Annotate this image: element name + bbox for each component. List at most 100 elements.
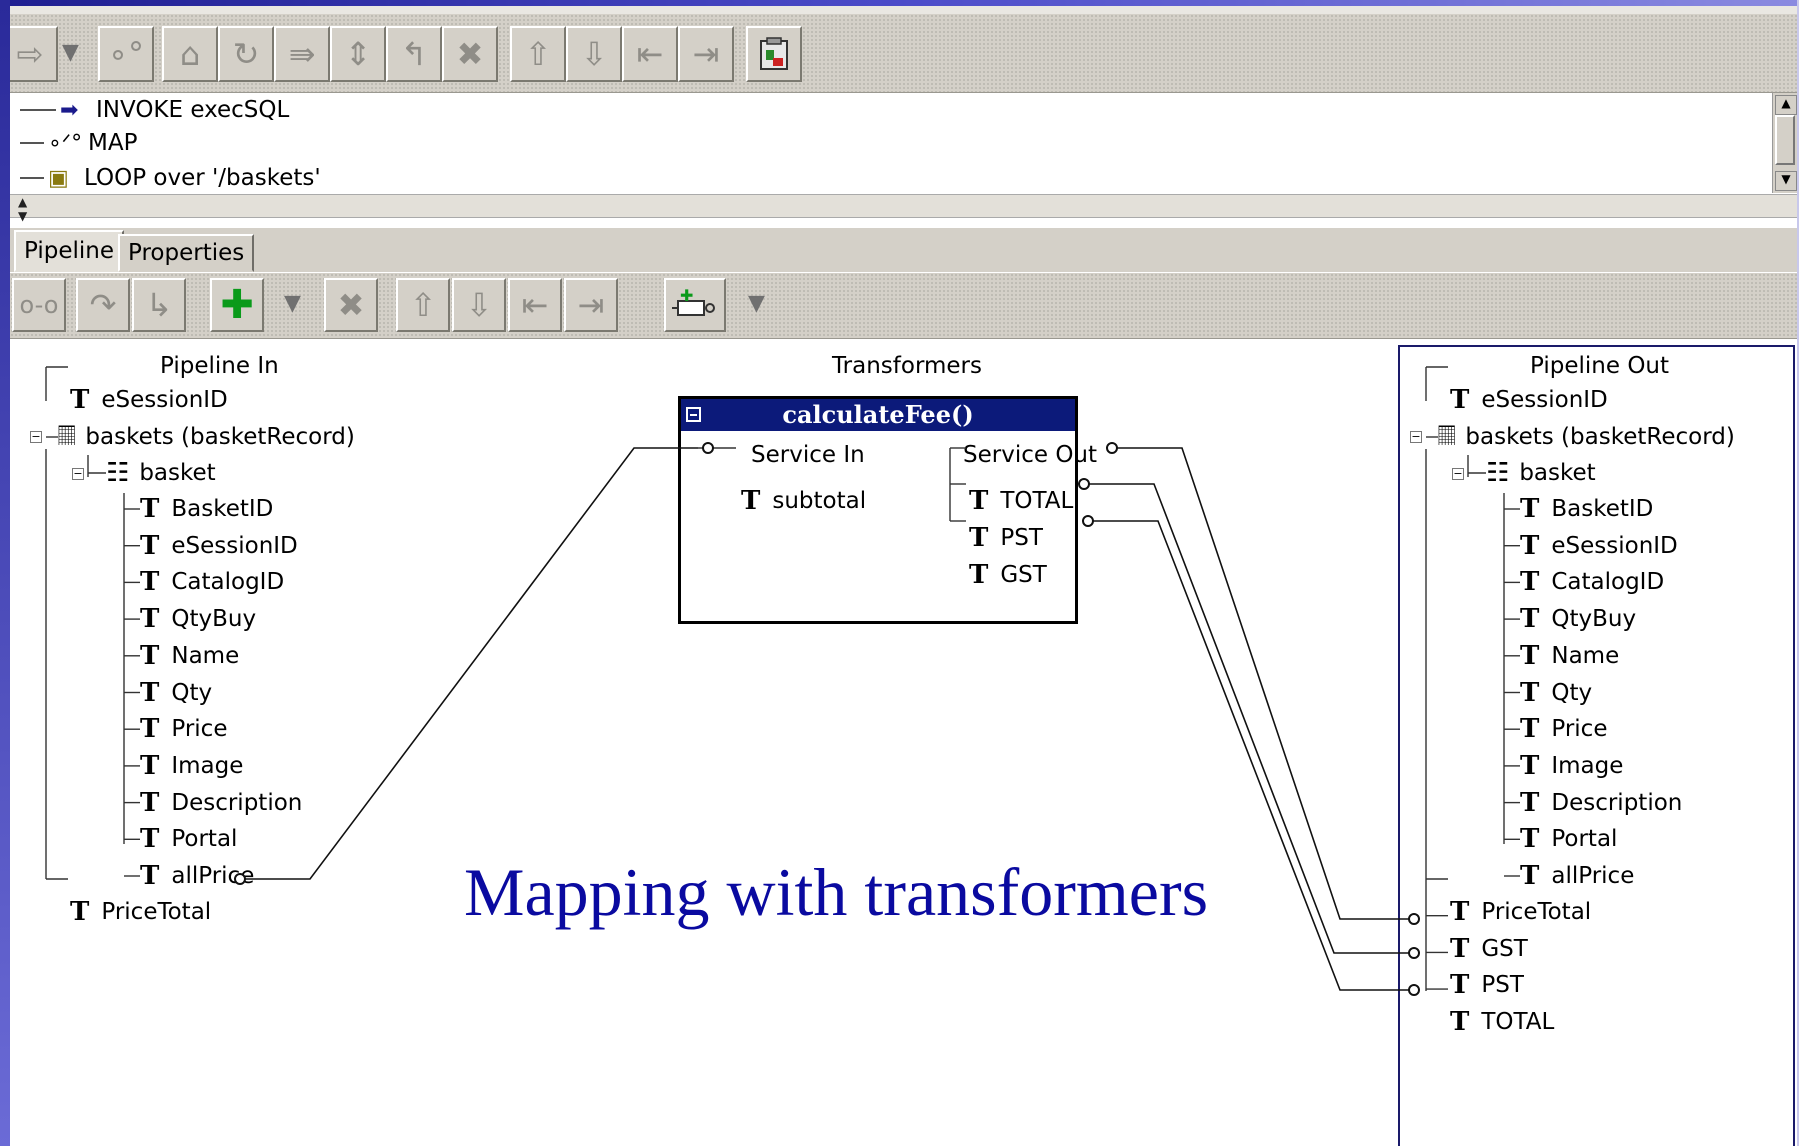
basket-field[interactable]: T CatalogID (140, 564, 284, 600)
flow-step-map[interactable]: ∘ᐟ° MAP (10, 126, 137, 160)
link-button[interactable]: o-o (12, 278, 66, 332)
pane-splitter[interactable]: ▲ ▼ (10, 194, 1797, 223)
basket-field[interactable]: T QtyBuy (140, 601, 256, 637)
unlink-button[interactable]: ↷ (76, 278, 130, 332)
expand-toggle[interactable]: − (30, 431, 42, 443)
sequence-step-button[interactable]: ⇛ (274, 26, 330, 82)
flow-tree-scrollbar[interactable]: ▲ ▼ (1772, 93, 1797, 193)
insert-variable-button[interactable]: ✚ (210, 278, 264, 332)
map-condition-button[interactable]: ↳ (132, 278, 186, 332)
pipeline-in-heading: Pipeline In (160, 353, 279, 379)
record-list-icon: 𝄜 (58, 421, 76, 452)
branch-icon: ⌂ (179, 35, 201, 73)
var-label: allPrice (1551, 863, 1635, 889)
map-step-button[interactable]: ∘° (98, 26, 154, 82)
pipeline-out-var[interactable]: T PriceTotal (1450, 894, 1591, 930)
string-type-icon: T (1520, 861, 1540, 891)
chevron-down-icon[interactable]: ▼ (284, 291, 301, 316)
move-down-button[interactable]: ⇩ (566, 26, 622, 82)
pipeline-canvas: Pipeline In Transformers Pipeline Out Te… (10, 339, 1797, 1146)
move-up-button[interactable]: ⇧ (510, 26, 566, 82)
var-label: Qty (171, 679, 213, 706)
scroll-down-icon[interactable]: ▼ (1775, 171, 1797, 191)
shift-left-button[interactable]: ⇤ (508, 278, 562, 332)
var-label: basket (139, 460, 216, 486)
basket-field[interactable]: T Price (1520, 711, 1607, 747)
var-label: subtotal (772, 488, 867, 514)
basket-field[interactable]: T Description (1520, 785, 1682, 821)
pipeline-out-var[interactable]: ☷ basket (1486, 455, 1596, 491)
string-type-icon: T (1520, 677, 1540, 708)
pipeline-in-var[interactable]: ☷ basket (106, 455, 216, 491)
expand-toggle[interactable]: − (1410, 431, 1422, 443)
service-out-var[interactable]: T PST (969, 520, 1043, 556)
basket-field[interactable]: T QtyBuy (1520, 601, 1636, 637)
transformer-calculatefee[interactable]: calculateFee() Service In Service Out Ts… (678, 396, 1097, 624)
basket-field[interactable]: TallPrice (1520, 858, 1634, 894)
insert-transformer-button[interactable]: ✚ (664, 278, 726, 332)
step-properties-button[interactable] (746, 26, 802, 82)
basket-field[interactable]: T Name (140, 638, 239, 674)
scroll-up-icon[interactable]: ▲ (1775, 95, 1797, 115)
basket-field[interactable]: TallPrice (140, 858, 254, 894)
var-label: Image (1551, 752, 1624, 779)
shift-left-button[interactable]: ⇤ (622, 26, 678, 82)
basket-field[interactable]: T Price (140, 711, 227, 747)
move-up-button[interactable]: ⇧ (396, 278, 450, 332)
basket-field[interactable]: T CatalogID (1520, 564, 1664, 600)
delete-step-button[interactable]: ✖ (442, 26, 498, 82)
branch-step-button[interactable]: ⌂ (162, 26, 218, 82)
basket-field[interactable]: T Name (1520, 638, 1619, 674)
basket-field[interactable]: T Qty (140, 675, 212, 711)
basket-field[interactable]: T BasketID (140, 491, 273, 527)
flow-step-loop[interactable]: ▣ LOOP over '/baskets' (10, 161, 321, 193)
transformer-title[interactable]: calculateFee() (681, 399, 1075, 431)
invoke-step-button[interactable]: ⇨ (10, 26, 58, 82)
basket-field[interactable]: T Portal (1520, 821, 1617, 857)
shift-right-button[interactable]: ⇥ (564, 278, 618, 332)
pipeline-out-var[interactable]: T TOTAL (1450, 1004, 1554, 1040)
scroll-thumb[interactable] (1775, 115, 1795, 165)
basket-field[interactable]: T Qty (1520, 675, 1592, 711)
pipeline-out-var[interactable]: T GST (1450, 931, 1528, 967)
pipeline-in-var[interactable]: T PriceTotal (70, 894, 211, 930)
service-out-var[interactable]: T GST (969, 557, 1047, 593)
basket-field[interactable]: TeSessionID (140, 528, 298, 564)
move-up-icon: ⇧ (524, 35, 552, 73)
delete-variable-button[interactable]: ✖ (324, 278, 378, 332)
basket-field[interactable]: T Description (140, 785, 302, 821)
tab-pipeline[interactable]: Pipeline (14, 230, 125, 272)
basket-field[interactable]: T Image (1520, 748, 1623, 784)
repeat-step-button[interactable]: ⇕ (330, 26, 386, 82)
string-type-icon: T (140, 861, 160, 891)
service-out-var[interactable]: T TOTAL (969, 483, 1073, 519)
pipeline-in-var[interactable]: TeSessionID (70, 382, 228, 418)
pipeline-in-var[interactable]: 𝄜 baskets (basketRecord) (58, 419, 355, 455)
var-label: PST (1000, 525, 1043, 551)
chevron-down-icon[interactable]: ▼ (62, 40, 79, 65)
flow-step-invoke[interactable]: ➡ INVOKE execSQL (10, 93, 289, 127)
exit-step-button[interactable]: ↰ (386, 26, 442, 82)
string-type-icon: T (1520, 714, 1540, 745)
string-type-icon: T (1520, 530, 1540, 561)
basket-field[interactable]: T Portal (140, 821, 237, 857)
pipeline-out-var[interactable]: TeSessionID (1450, 382, 1608, 418)
shift-left-icon: ⇤ (636, 35, 664, 73)
var-label: Portal (1551, 826, 1618, 853)
pipeline-out-var[interactable]: 𝄜 baskets (basketRecord) (1438, 419, 1735, 455)
shift-right-button[interactable]: ⇥ (678, 26, 734, 82)
collapse-icon[interactable] (686, 407, 701, 422)
loop-step-button[interactable]: ↻ (218, 26, 274, 82)
pipeline-toolbar: o-o ↷ ↳ ✚ ▼ ✖ ⇧ ⇩ ⇤ ⇥ ✚ ▼ (10, 273, 1797, 339)
pipeline-out-var[interactable]: T PST (1450, 967, 1524, 1003)
chevron-down-icon[interactable]: ▼ (748, 291, 765, 316)
expand-toggle[interactable]: − (72, 468, 84, 480)
tab-properties[interactable]: Properties (118, 234, 255, 272)
move-down-button[interactable]: ⇩ (452, 278, 506, 332)
basket-field[interactable]: T BasketID (1520, 491, 1653, 527)
service-out-heading: Service Out (963, 442, 1098, 468)
service-in-var[interactable]: Tsubtotal (741, 483, 866, 519)
expand-toggle[interactable]: − (1452, 468, 1464, 480)
basket-field[interactable]: T Image (140, 748, 243, 784)
basket-field[interactable]: TeSessionID (1520, 528, 1678, 564)
